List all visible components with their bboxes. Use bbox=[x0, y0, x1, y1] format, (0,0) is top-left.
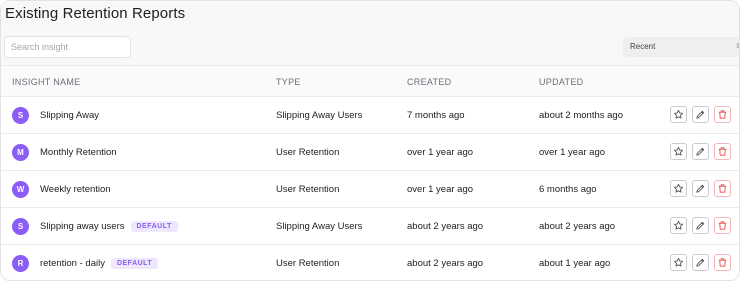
table-row[interactable]: S Slipping Away Slipping Away Users 7 month… bbox=[1, 97, 739, 134]
insight-name-text: Slipping Away bbox=[40, 110, 99, 121]
sort-select[interactable]: Recent ⇕ bbox=[623, 37, 739, 57]
star-icon bbox=[673, 257, 684, 268]
pencil-icon bbox=[695, 220, 706, 231]
edit-button[interactable] bbox=[692, 180, 709, 197]
insight-created: 7 months ago bbox=[407, 110, 465, 121]
insight-name-text: retention - daily bbox=[40, 258, 105, 269]
edit-button[interactable] bbox=[692, 143, 709, 160]
search-input[interactable] bbox=[4, 36, 131, 58]
insight-name[interactable]: Slipping away users DEFAULT bbox=[40, 221, 178, 232]
column-header-type: TYPE bbox=[276, 77, 301, 87]
insight-type: User Retention bbox=[276, 147, 340, 158]
table-row[interactable]: M Monthly Retention User Retention over 1 y… bbox=[1, 134, 739, 171]
avatar: R bbox=[12, 255, 29, 272]
favorite-button[interactable] bbox=[670, 217, 687, 234]
trash-icon bbox=[717, 109, 728, 120]
column-header-updated: UPDATED bbox=[539, 77, 584, 87]
table-header: INSIGHT NAME TYPE CREATED UPDATED bbox=[1, 65, 739, 97]
page-title: Existing Retention Reports bbox=[5, 5, 186, 22]
delete-button[interactable] bbox=[714, 143, 731, 160]
insight-type: Slipping Away Users bbox=[276, 110, 363, 121]
pencil-icon bbox=[695, 257, 706, 268]
insight-name[interactable]: Slipping Away bbox=[40, 110, 99, 121]
trash-icon bbox=[717, 220, 728, 231]
trash-icon bbox=[717, 146, 728, 157]
pencil-icon bbox=[695, 109, 706, 120]
star-icon bbox=[673, 109, 684, 120]
insight-created: over 1 year ago bbox=[407, 184, 474, 195]
table-row[interactable]: W Weekly retention User Retention over 1 ye… bbox=[1, 171, 739, 208]
pencil-icon bbox=[695, 183, 706, 194]
star-icon bbox=[673, 146, 684, 157]
insight-created: over 1 year ago bbox=[407, 147, 474, 158]
edit-button[interactable] bbox=[692, 254, 709, 271]
avatar: S bbox=[12, 218, 29, 235]
default-badge: DEFAULT bbox=[130, 221, 178, 232]
retention-reports-card: Existing Retention Reports Recent ⇕ INSI… bbox=[0, 0, 740, 281]
pencil-icon bbox=[695, 146, 706, 157]
column-header-created: CREATED bbox=[407, 77, 452, 87]
column-header-name: INSIGHT NAME bbox=[12, 77, 81, 87]
delete-button[interactable] bbox=[714, 180, 731, 197]
insight-updated: about 1 year ago bbox=[539, 258, 611, 269]
edit-button[interactable] bbox=[692, 106, 709, 123]
star-icon bbox=[673, 220, 684, 231]
avatar: M bbox=[12, 144, 29, 161]
favorite-button[interactable] bbox=[670, 254, 687, 271]
delete-button[interactable] bbox=[714, 254, 731, 271]
insight-name[interactable]: Weekly retention bbox=[40, 184, 111, 195]
insight-name[interactable]: Monthly Retention bbox=[40, 147, 117, 158]
avatar: W bbox=[12, 181, 29, 198]
insight-type: User Retention bbox=[276, 184, 340, 195]
delete-button[interactable] bbox=[714, 106, 731, 123]
insight-name[interactable]: retention - daily DEFAULT bbox=[40, 258, 159, 269]
insight-name-text: Monthly Retention bbox=[40, 147, 117, 158]
insight-updated: 6 months ago bbox=[539, 184, 597, 195]
table-row[interactable]: Rretention - daily DEFAULT User Retention a… bbox=[1, 245, 739, 280]
insight-updated: over 1 year ago bbox=[539, 147, 606, 158]
favorite-button[interactable] bbox=[670, 143, 687, 160]
insight-type: Slipping Away Users bbox=[276, 221, 363, 232]
avatar: S bbox=[12, 107, 29, 124]
star-icon bbox=[673, 183, 684, 194]
sort-selected-label: Recent bbox=[630, 42, 656, 51]
delete-button[interactable] bbox=[714, 217, 731, 234]
insight-name-text: Slipping away users bbox=[40, 221, 125, 232]
insight-created: about 2 years ago bbox=[407, 221, 484, 232]
insight-type: User Retention bbox=[276, 258, 340, 269]
table-row[interactable]: S Slipping away users DEFAULT Slipping Away… bbox=[1, 208, 739, 245]
trash-icon bbox=[717, 183, 728, 194]
favorite-button[interactable] bbox=[670, 106, 687, 123]
favorite-button[interactable] bbox=[670, 180, 687, 197]
edit-button[interactable] bbox=[692, 217, 709, 234]
insight-name-text: Weekly retention bbox=[40, 184, 111, 195]
insight-updated: about 2 years ago bbox=[539, 221, 616, 232]
default-badge: DEFAULT bbox=[110, 258, 159, 269]
insight-updated: about 2 months ago bbox=[539, 110, 623, 121]
trash-icon bbox=[717, 257, 728, 268]
insight-created: about 2 years ago bbox=[407, 258, 484, 269]
chevron-updown-icon: ⇕ bbox=[735, 42, 739, 50]
